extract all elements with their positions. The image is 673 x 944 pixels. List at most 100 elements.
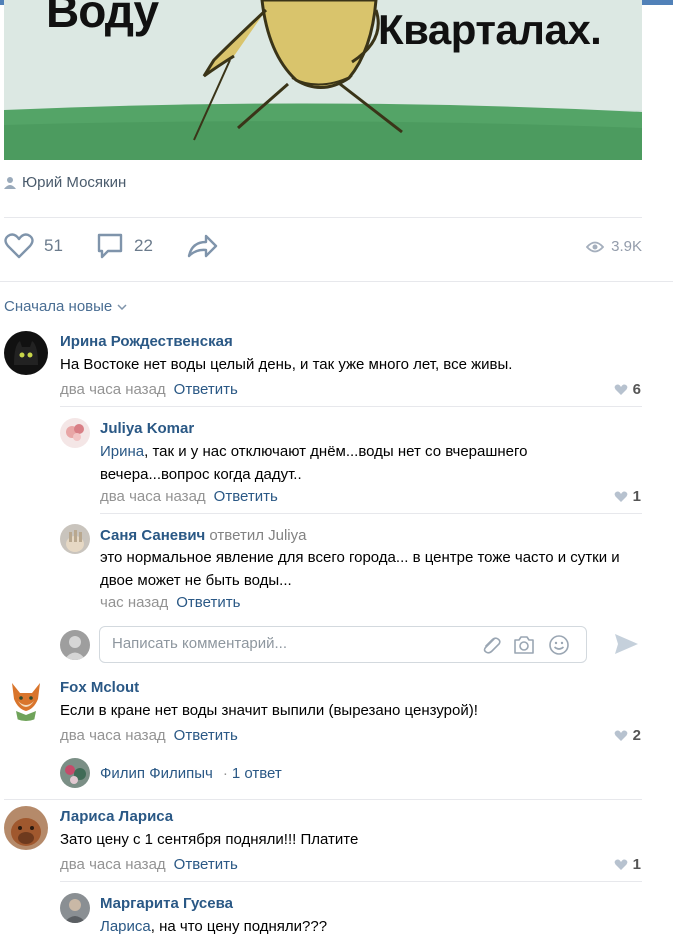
- comment-divider: [100, 513, 642, 514]
- post-image[interactable]: Воду Кварталах.: [4, 0, 642, 160]
- avatar-image: [4, 331, 48, 375]
- comment-author[interactable]: Ирина Рождественская: [60, 333, 233, 350]
- avatar[interactable]: [4, 677, 48, 721]
- avatar-image: [4, 806, 48, 850]
- image-caption-left: Воду: [46, 0, 159, 37]
- comment-author[interactable]: Лариса Лариса: [60, 808, 173, 825]
- comment-like-button[interactable]: 1: [614, 856, 641, 873]
- comment-count: 22: [134, 236, 153, 255]
- post-author[interactable]: Юрий Мосякин: [4, 174, 126, 191]
- comment-like-count: 2: [632, 727, 641, 744]
- eye-icon: [586, 241, 605, 252]
- mention-link[interactable]: Ирина: [100, 443, 144, 460]
- comment-time[interactable]: два часа назад: [100, 488, 206, 505]
- comment-text: это нормальное явление для всего города.…: [100, 549, 620, 589]
- comment-like-button[interactable]: 6: [614, 381, 641, 398]
- comment-meta: два часа назад Ответить: [100, 488, 278, 505]
- avatar-image: [60, 524, 90, 554]
- heart-icon: [614, 491, 628, 502]
- views-counter: 3.9K: [586, 238, 642, 255]
- comment-author[interactable]: Juliya Komar: [100, 420, 194, 437]
- reply-link[interactable]: Ответить: [174, 727, 238, 744]
- comment-meta: два часа назад Ответить: [60, 856, 238, 873]
- send-icon[interactable]: [612, 630, 640, 658]
- thread-reply-count: 1 ответ: [231, 764, 282, 782]
- avatar[interactable]: [60, 893, 90, 923]
- heart-icon: [614, 384, 628, 395]
- reply-link[interactable]: Ответить: [174, 856, 238, 873]
- show-replies-link[interactable]: Филип Филипыч · 1 ответ: [60, 758, 282, 788]
- comment-text: Лариса, на что цену подняли???: [100, 915, 630, 938]
- heart-icon: [614, 730, 628, 741]
- avatar-image: [60, 630, 90, 660]
- comment-text: Зато цену с 1 сентября подняли!!! Платит…: [60, 831, 359, 848]
- post-actions: 51 22 3.9K: [4, 232, 644, 266]
- comment-divider: [4, 799, 642, 800]
- heart-icon: [614, 859, 628, 870]
- comments-sort-dropdown[interactable]: Сначала новые: [4, 298, 127, 315]
- comment-time[interactable]: два часа назад: [60, 727, 166, 744]
- camera-icon[interactable]: [512, 634, 536, 656]
- comment-author-name: Fox Mclout: [60, 679, 140, 696]
- thread-author-name: Филип Филипыч: [100, 764, 213, 782]
- avatar[interactable]: [4, 331, 48, 375]
- comment-button[interactable]: 22: [96, 232, 153, 260]
- share-button[interactable]: [186, 232, 218, 260]
- comment-text: Если в кране нет воды значит выпили (выр…: [60, 702, 478, 719]
- comment-like-count: 1: [632, 488, 641, 505]
- avatar-image: [60, 893, 90, 923]
- comment-author-name: Саня Саневич: [100, 527, 206, 544]
- heart-icon: [4, 233, 34, 259]
- comment-author[interactable]: Fox Mclout: [60, 679, 139, 696]
- comment-text-body: , так и у нас отключают днём...воды нет …: [100, 443, 528, 483]
- comment-text-body: , на что цену подняли???: [150, 918, 328, 935]
- comment-author-name: Маргарита Гусева: [100, 895, 233, 912]
- comment-author[interactable]: Маргарита Гусева: [100, 895, 233, 912]
- like-count: 51: [44, 236, 63, 255]
- avatar-image: [60, 758, 90, 788]
- comment-time[interactable]: два часа назад: [60, 381, 166, 398]
- avatar: [60, 758, 90, 788]
- reply-link[interactable]: Ответить: [176, 594, 240, 611]
- views-count: 3.9K: [611, 238, 642, 255]
- comment-text: На Востоке нет воды целый день, и так уж…: [60, 356, 513, 373]
- current-user-avatar: [60, 630, 90, 660]
- comment-meta: два часа назад Ответить: [60, 381, 238, 398]
- avatar-image: [4, 677, 48, 721]
- comment-bubble-icon: [97, 233, 123, 259]
- comment-author-name: Juliya Komar: [100, 420, 195, 437]
- like-button[interactable]: 51: [4, 232, 63, 260]
- user-icon: [4, 176, 16, 189]
- actions-divider: [0, 281, 673, 282]
- share-arrow-icon: [187, 234, 218, 258]
- avatar[interactable]: [60, 524, 90, 554]
- avatar-image: [60, 418, 90, 448]
- comment-input-box[interactable]: [99, 626, 587, 663]
- comment-author-name: Лариса Лариса: [60, 808, 174, 825]
- comment-like-count: 6: [632, 381, 641, 398]
- avatar[interactable]: [60, 418, 90, 448]
- thread-separator: ·: [222, 764, 228, 782]
- comment-input[interactable]: [112, 635, 472, 652]
- smile-icon[interactable]: [548, 634, 570, 656]
- mention-link[interactable]: Лариса: [100, 918, 151, 935]
- paperclip-icon[interactable]: [480, 634, 502, 656]
- avatar[interactable]: [4, 806, 48, 850]
- comment-author[interactable]: Саня Саневич ответил Juliya: [100, 527, 306, 544]
- replied-to-label[interactable]: ответил Juliya: [209, 527, 306, 544]
- comment-divider: [60, 881, 642, 882]
- reply-link[interactable]: Ответить: [214, 488, 278, 505]
- reply-link[interactable]: Ответить: [174, 381, 238, 398]
- comment-author-name: Ирина Рождественская: [60, 333, 233, 350]
- comment-like-button[interactable]: 1: [614, 488, 641, 505]
- comment-meta: час назад Ответить: [100, 594, 240, 611]
- chevron-down-icon: [117, 303, 127, 310]
- comment-divider: [60, 406, 642, 407]
- post-author-name: Юрий Мосякин: [22, 174, 127, 191]
- comment-like-button[interactable]: 2: [614, 727, 641, 744]
- image-caption-right: Кварталах.: [378, 6, 602, 53]
- comment-time[interactable]: два часа назад: [60, 856, 166, 873]
- comment-time[interactable]: час назад: [100, 594, 168, 611]
- sort-label: Сначала новые: [4, 298, 113, 315]
- comment-text: Ирина, так и у нас отключают днём...воды…: [100, 440, 620, 486]
